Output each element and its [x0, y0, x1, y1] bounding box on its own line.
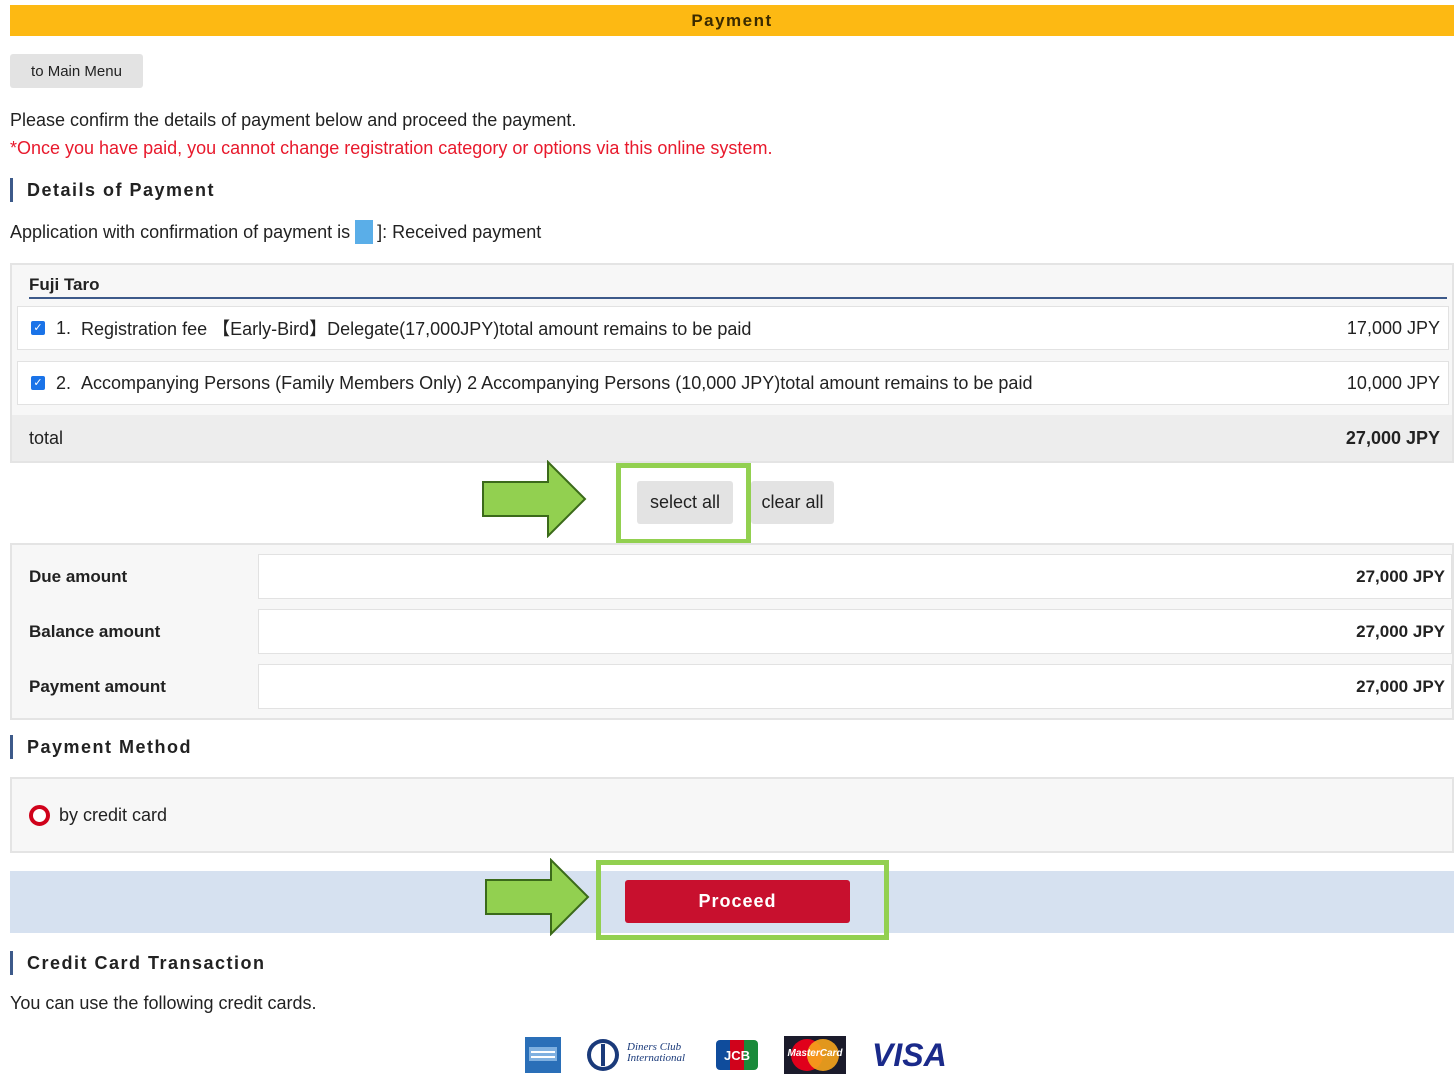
item-description: Registration fee 【Early-Bird】Delegate(17… [81, 319, 752, 339]
legend-suffix: ]: Received payment [377, 221, 542, 242]
pointer-arrow-icon [482, 460, 587, 538]
amount-value: 27,000 JPY [258, 554, 1452, 599]
amount-label: Due amount [29, 566, 128, 586]
amount-row-balance: Balance amount 27,000 JPY [12, 608, 1452, 655]
credit-card-radio[interactable] [29, 804, 50, 826]
amount-label: Payment amount [29, 676, 166, 696]
item-checkbox[interactable]: ✓ [31, 376, 45, 390]
proceed-button[interactable]: Proceed [625, 880, 850, 923]
fees-panel: Fuji Taro ✓ 1. Registration fee 【Early-B… [10, 263, 1454, 463]
mastercard-logo: MasterCard [784, 1036, 846, 1074]
item-amount: 10,000 JPY [1346, 372, 1440, 393]
pointer-arrow-icon [485, 858, 590, 936]
item-checkbox[interactable]: ✓ [31, 321, 45, 335]
amount-row-due: Due amount 27,000 JPY [12, 553, 1452, 600]
clear-all-button[interactable]: clear all [751, 481, 834, 524]
fee-row: ✓ 2. Accompanying Persons (Family Member… [17, 361, 1449, 405]
amount-row-payment: Payment amount 27,000 JPY [12, 663, 1452, 710]
legend-swatch [355, 220, 374, 244]
total-label: total [29, 427, 64, 448]
section-title-credit-card: Credit Card Transaction [10, 951, 266, 975]
section-title-details: Details of Payment [10, 178, 215, 202]
item-description: Accompanying Persons (Family Members Onl… [81, 372, 1033, 393]
amount-value: 27,000 JPY [258, 609, 1452, 654]
item-amount: 17,000 JPY [1346, 317, 1440, 338]
mastercard-text: MasterCard [787, 1048, 843, 1059]
person-name: Fuji Taro [29, 275, 1447, 299]
fee-row: ✓ 1. Registration fee 【Early-Bird】Delega… [17, 306, 1449, 350]
page-header: Payment [10, 5, 1454, 36]
section-title-payment-method: Payment Method [10, 735, 192, 759]
amex-logo-icon [525, 1037, 561, 1073]
diners-club-logo: Diners Club International [585, 1036, 690, 1074]
legend-prefix: Application with confirmation of payment… [10, 221, 351, 242]
amount-value: 27,000 JPY [258, 664, 1452, 709]
intro-text: Please confirm the details of payment be… [10, 110, 577, 130]
main-menu-button[interactable]: to Main Menu [10, 54, 143, 88]
total-row: total 27,000 JPY [12, 415, 1452, 461]
diners-club-text: Diners Club International [627, 1041, 686, 1064]
diners-club-icon [587, 1039, 619, 1071]
payment-method-panel: by credit card [10, 777, 1454, 853]
select-all-button[interactable]: select all [637, 481, 733, 524]
payment-legend: Application with confirmation of payment… [10, 220, 541, 244]
amounts-panel: Due amount 27,000 JPY Balance amount 27,… [10, 543, 1454, 720]
total-amount: 27,000 JPY [1345, 427, 1440, 448]
amount-label: Balance amount [29, 621, 161, 641]
item-number: 1. [56, 317, 72, 338]
warning-text: *Once you have paid, you cannot change r… [10, 138, 773, 158]
item-number: 2. [56, 372, 72, 393]
jcb-text: JCB [723, 1047, 750, 1063]
credit-cards-text: You can use the following credit cards. [10, 993, 317, 1013]
visa-logo: VISA [872, 1037, 947, 1073]
credit-card-option-label[interactable]: by credit card [59, 805, 167, 826]
page-title: Payment [691, 10, 773, 30]
jcb-logo: JCB [716, 1040, 758, 1070]
